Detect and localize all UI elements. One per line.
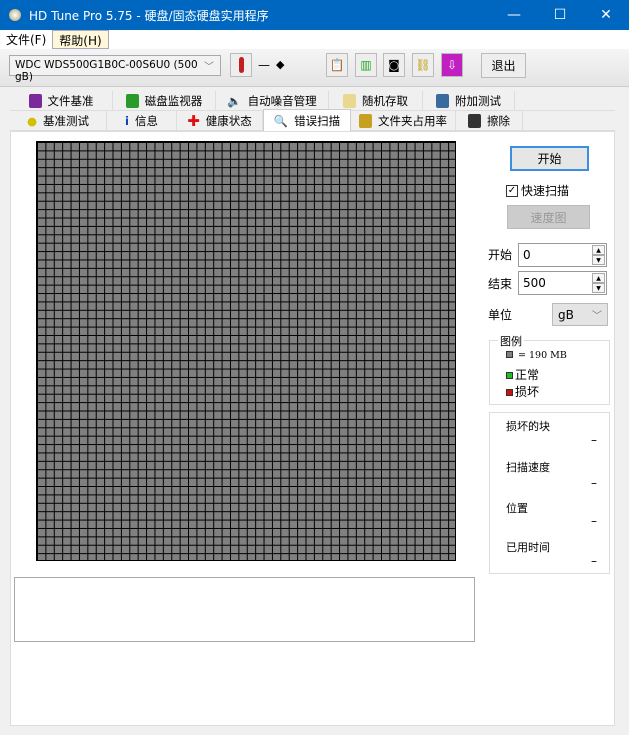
options-button[interactable]: ⛓ <box>412 53 434 77</box>
unit-select[interactable]: gB ﹀ <box>552 303 608 326</box>
tab-erase[interactable]: 擦除 <box>456 111 523 130</box>
menu-bar: 文件(F) 帮助(H) <box>0 30 629 49</box>
speed-map-button[interactable]: 速度图 <box>507 205 590 229</box>
tab-random-access[interactable]: 随机存取 <box>329 91 423 110</box>
spin-up-icon[interactable]: ▲ <box>592 245 605 255</box>
tab-aam[interactable]: 🔈 自动噪音管理 <box>216 91 329 110</box>
menu-file[interactable]: 文件(F) <box>0 30 52 49</box>
close-button[interactable]: ✕ <box>583 0 629 30</box>
file-benchmark-icon <box>28 93 42 108</box>
copy-image-button[interactable]: ▥ <box>355 53 377 77</box>
trash-icon <box>468 113 481 128</box>
red-cross-icon: ✚ <box>187 111 200 130</box>
legend-ok-label: 正常 <box>515 368 540 382</box>
save-button[interactable]: ⇩ <box>441 53 463 77</box>
menu-help[interactable]: 帮助(H) <box>52 30 109 49</box>
position-value: – <box>591 514 597 528</box>
magnifier-icon: 🔍 <box>273 113 289 128</box>
toolbar: WDC WDS500G1B0C-00S6U0 (500 gB) ﹀ — ◆ 📋 ▥… <box>0 49 629 87</box>
legend-group: 图例 = 190 MB 正常 损坏 <box>489 333 610 405</box>
download-arrow-icon: ⇩ <box>446 58 458 72</box>
stats-group: 损坏的块 – 扫描速度 – 位置 – 已用时间 – <box>489 412 610 574</box>
speaker-icon: 🔈 <box>227 93 242 108</box>
legend-bad-swatch <box>506 389 513 396</box>
quick-scan-checkbox[interactable]: ✓ 快速扫描 <box>506 182 569 199</box>
legend-title: 图例 <box>498 333 524 349</box>
screenshot-button[interactable]: ◙ <box>383 53 405 77</box>
spin-down-icon[interactable]: ▼ <box>592 283 605 293</box>
unit-label: 单位 <box>488 308 513 322</box>
info-icon: i <box>125 113 129 128</box>
lightbulb-icon: ● <box>26 113 38 128</box>
app-icon <box>9 9 21 21</box>
temperature-value: — <box>258 58 270 72</box>
chevron-down-icon: ﹀ <box>592 311 602 322</box>
end-input[interactable]: 500 ▲ ▼ <box>518 271 607 295</box>
end-label: 结束 <box>488 277 513 291</box>
elapsed-time-label: 已用时间 <box>506 541 550 554</box>
tab-bar: 文件基准 磁盘监视器 🔈 自动噪音管理 随机存取 附加测试 ● 基准测试 i 信息 ✚… <box>10 91 615 131</box>
position-label: 位置 <box>506 502 528 515</box>
scan-speed-value: – <box>591 476 597 490</box>
temperature-unit-icon: ◆ <box>276 58 285 71</box>
damaged-blocks-label: 损坏的块 <box>506 420 550 433</box>
exit-button[interactable]: 退出 <box>481 53 526 78</box>
extra-tests-icon <box>436 93 449 108</box>
legend-block-swatch <box>506 351 513 358</box>
tab-benchmark[interactable]: ● 基准测试 <box>10 111 107 130</box>
tab-error-scan[interactable]: 🔍 错误扫描 <box>263 109 351 131</box>
legend-block-size: = 190 MB <box>518 350 567 361</box>
spin-up-icon[interactable]: ▲ <box>592 273 605 283</box>
title-bar: HD Tune Pro 5.75 - 硬盘/固态硬盘实用程序 — ☐ ✕ <box>0 0 629 30</box>
tab-info[interactable]: i 信息 <box>107 111 177 130</box>
drive-select[interactable]: WDC WDS500G1B0C-00S6U0 (500 gB) ﹀ <box>9 55 221 83</box>
disk-monitor-icon <box>125 93 139 108</box>
maximize-button[interactable]: ☐ <box>537 0 583 30</box>
scan-speed-label: 扫描速度 <box>506 461 550 474</box>
drive-name: WDC WDS500G1B0C-00S6U0 (500 gB) <box>15 59 198 83</box>
chevron-down-icon: ﹀ <box>204 62 214 73</box>
minimize-button[interactable]: — <box>491 0 537 30</box>
tab-health[interactable]: ✚ 健康状态 <box>177 111 263 130</box>
tab-disk-monitor[interactable]: 磁盘监视器 <box>113 91 216 110</box>
start-label: 开始 <box>488 248 513 262</box>
start-input[interactable]: 0 ▲ ▼ <box>518 243 607 267</box>
tab-folder-usage[interactable]: 文件夹占用率 <box>351 111 456 130</box>
log-box <box>14 577 475 642</box>
chain-icon: ⛓ <box>415 58 431 72</box>
checkbox-icon: ✓ <box>506 184 518 197</box>
scan-block-grid <box>36 141 456 561</box>
copy-green-icon: ▥ <box>360 58 372 72</box>
start-button[interactable]: 开始 <box>510 146 589 171</box>
window-title: HD Tune Pro 5.75 - 硬盘/固态硬盘实用程序 <box>29 8 269 23</box>
tab-file-benchmark[interactable]: 文件基准 <box>10 91 113 110</box>
spin-down-icon[interactable]: ▼ <box>592 255 605 265</box>
copy-text-button[interactable]: 📋 <box>326 53 348 77</box>
folder-icon <box>359 113 372 128</box>
damaged-blocks-value: – <box>591 433 597 447</box>
camera-icon: ◙ <box>388 58 400 72</box>
copy-icon: 📋 <box>329 58 345 72</box>
legend-bad-label: 损坏 <box>515 385 540 399</box>
elapsed-time-value: – <box>591 554 597 568</box>
random-access-icon <box>343 93 356 108</box>
legend-ok-swatch <box>506 372 513 379</box>
thermometer-icon <box>230 53 252 77</box>
tab-extra-tests[interactable]: 附加测试 <box>423 91 515 110</box>
